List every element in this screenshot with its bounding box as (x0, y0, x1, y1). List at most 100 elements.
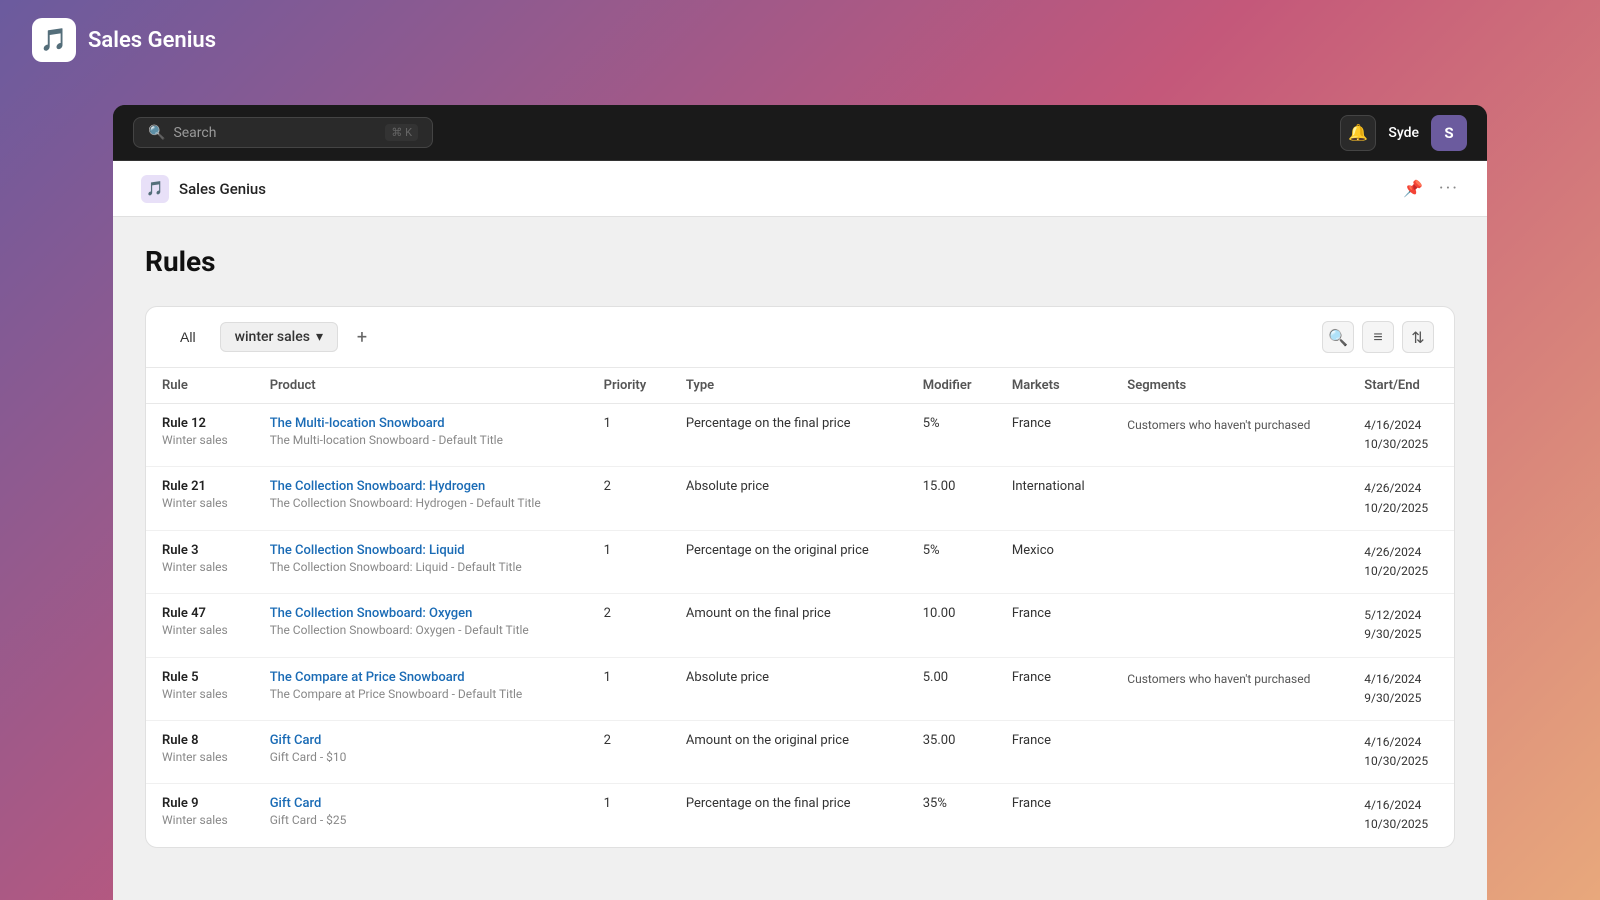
date-range: 5/12/20249/30/2025 (1364, 606, 1438, 644)
cell-dates-6: 4/16/202410/30/2025 (1348, 784, 1454, 847)
bell-button[interactable]: 🔔 (1340, 115, 1376, 151)
product-link[interactable]: The Collection Snowboard: Hydrogen (270, 479, 486, 494)
search-kbd: ⌘ K (385, 124, 418, 141)
sort-button[interactable]: ⇅ (1402, 321, 1434, 353)
cell-segments-2 (1111, 530, 1348, 593)
table-card: All winter sales ▾ + 🔍 ≡ (145, 306, 1455, 848)
more-icon[interactable]: ··· (1439, 178, 1459, 199)
tab-all[interactable]: All (166, 323, 210, 351)
cell-segments-1 (1111, 467, 1348, 530)
cell-type-2: Percentage on the original price (670, 530, 907, 593)
rule-sub: Winter sales (162, 560, 238, 574)
segments-text: Customers who haven't purchased (1127, 672, 1310, 686)
product-sub: The Collection Snowboard: Liquid - Defau… (270, 560, 572, 574)
cell-dates-2: 4/26/202410/20/2025 (1348, 530, 1454, 593)
rule-name: Rule 3 (162, 543, 238, 558)
cell-product-1: The Collection Snowboard: Hydrogen The C… (254, 467, 588, 530)
date-range: 4/26/202410/20/2025 (1364, 479, 1438, 517)
rule-name: Rule 9 (162, 796, 238, 811)
app-logo-icon: 🎵 (32, 18, 76, 62)
col-start-end: Start/End (1348, 368, 1454, 404)
col-priority: Priority (588, 368, 670, 404)
cell-rule-2: Rule 3 Winter sales (146, 530, 254, 593)
date-range: 4/16/20249/30/2025 (1364, 670, 1438, 708)
product-link[interactable]: Gift Card (270, 796, 322, 811)
user-name: Syde (1388, 125, 1419, 141)
search-placeholder: Search (173, 125, 216, 141)
cell-modifier-0: 5% (907, 404, 996, 467)
cell-rule-0: Rule 12 Winter sales (146, 404, 254, 467)
add-tab-button[interactable]: + (348, 323, 376, 351)
page-title: Rules (145, 245, 1455, 278)
top-bar: 🎵 Sales Genius (0, 0, 1600, 80)
rules-table: Rule Product Priority Type Modifier Mark… (146, 368, 1454, 847)
tab-winter-sales[interactable]: winter sales ▾ (220, 322, 338, 352)
product-sub: The Collection Snowboard: Hydrogen - Def… (270, 496, 572, 510)
cell-modifier-5: 35.00 (907, 720, 996, 783)
col-rule: Rule (146, 368, 254, 404)
table-header-row: Rule Product Priority Type Modifier Mark… (146, 368, 1454, 404)
cell-type-6: Percentage on the final price (670, 784, 907, 847)
cell-segments-3 (1111, 594, 1348, 657)
cell-dates-1: 4/26/202410/20/2025 (1348, 467, 1454, 530)
cell-markets-3: France (996, 594, 1111, 657)
product-link[interactable]: The Multi-location Snowboard (270, 416, 445, 431)
cell-dates-3: 5/12/20249/30/2025 (1348, 594, 1454, 657)
date-range: 4/16/202410/30/2025 (1364, 416, 1438, 454)
cell-product-3: The Collection Snowboard: Oxygen The Col… (254, 594, 588, 657)
cell-modifier-4: 5.00 (907, 657, 996, 720)
sub-header-right: 📌 ··· (1403, 178, 1459, 199)
rule-name: Rule 8 (162, 733, 238, 748)
cell-type-3: Amount on the final price (670, 594, 907, 657)
cell-product-6: Gift Card Gift Card - $25 (254, 784, 588, 847)
cell-markets-0: France (996, 404, 1111, 467)
sub-header: 🎵 Sales Genius 📌 ··· (113, 161, 1487, 217)
sort-icon: ⇅ (1411, 328, 1424, 347)
filter-right: 🔍 ≡ ⇅ (1322, 321, 1434, 353)
page-content: Rules All winter sales ▾ + � (113, 217, 1487, 900)
table-row: Rule 47 Winter sales The Collection Snow… (146, 594, 1454, 657)
nav-right: 🔔 Syde S (1340, 115, 1467, 151)
cell-priority-2: 1 (588, 530, 670, 593)
product-link[interactable]: The Collection Snowboard: Oxygen (270, 606, 473, 621)
cell-priority-6: 1 (588, 784, 670, 847)
segments-text: Customers who haven't purchased (1127, 418, 1310, 432)
search-icon: 🔍 (148, 125, 165, 141)
rule-name: Rule 5 (162, 670, 238, 685)
date-range: 4/26/202410/20/2025 (1364, 543, 1438, 581)
bell-icon: 🔔 (1348, 123, 1368, 142)
rule-sub: Winter sales (162, 813, 238, 827)
product-link[interactable]: The Compare at Price Snowboard (270, 670, 465, 685)
cell-type-1: Absolute price (670, 467, 907, 530)
table-row: Rule 3 Winter sales The Collection Snowb… (146, 530, 1454, 593)
filter-button[interactable]: ≡ (1362, 321, 1394, 353)
cell-priority-4: 1 (588, 657, 670, 720)
product-link[interactable]: The Collection Snowboard: Liquid (270, 543, 465, 558)
search-filter-button[interactable]: 🔍 (1322, 321, 1354, 353)
cell-markets-5: France (996, 720, 1111, 783)
rule-name: Rule 21 (162, 479, 238, 494)
rule-name: Rule 12 (162, 416, 238, 431)
cell-rule-1: Rule 21 Winter sales (146, 467, 254, 530)
date-range: 4/16/202410/30/2025 (1364, 796, 1438, 834)
cell-rule-4: Rule 5 Winter sales (146, 657, 254, 720)
rule-sub: Winter sales (162, 433, 238, 447)
search-icon: 🔍 (1328, 328, 1348, 347)
search-bar[interactable]: 🔍 Search ⌘ K (133, 117, 433, 148)
cell-segments-4: Customers who haven't purchased (1111, 657, 1348, 720)
cell-modifier-2: 5% (907, 530, 996, 593)
cell-rule-3: Rule 47 Winter sales (146, 594, 254, 657)
cell-type-0: Percentage on the final price (670, 404, 907, 467)
product-sub: The Collection Snowboard: Oxygen - Defau… (270, 623, 572, 637)
product-link[interactable]: Gift Card (270, 733, 322, 748)
cell-segments-0: Customers who haven't purchased (1111, 404, 1348, 467)
cell-markets-2: Mexico (996, 530, 1111, 593)
cell-modifier-6: 35% (907, 784, 996, 847)
filter-left: All winter sales ▾ + (166, 322, 376, 352)
rule-sub: Winter sales (162, 623, 238, 637)
product-sub: Gift Card - $10 (270, 750, 572, 764)
pin-icon[interactable]: 📌 (1403, 179, 1423, 198)
cell-dates-5: 4/16/202410/30/2025 (1348, 720, 1454, 783)
table-row: Rule 8 Winter sales Gift Card Gift Card … (146, 720, 1454, 783)
avatar[interactable]: S (1431, 115, 1467, 151)
